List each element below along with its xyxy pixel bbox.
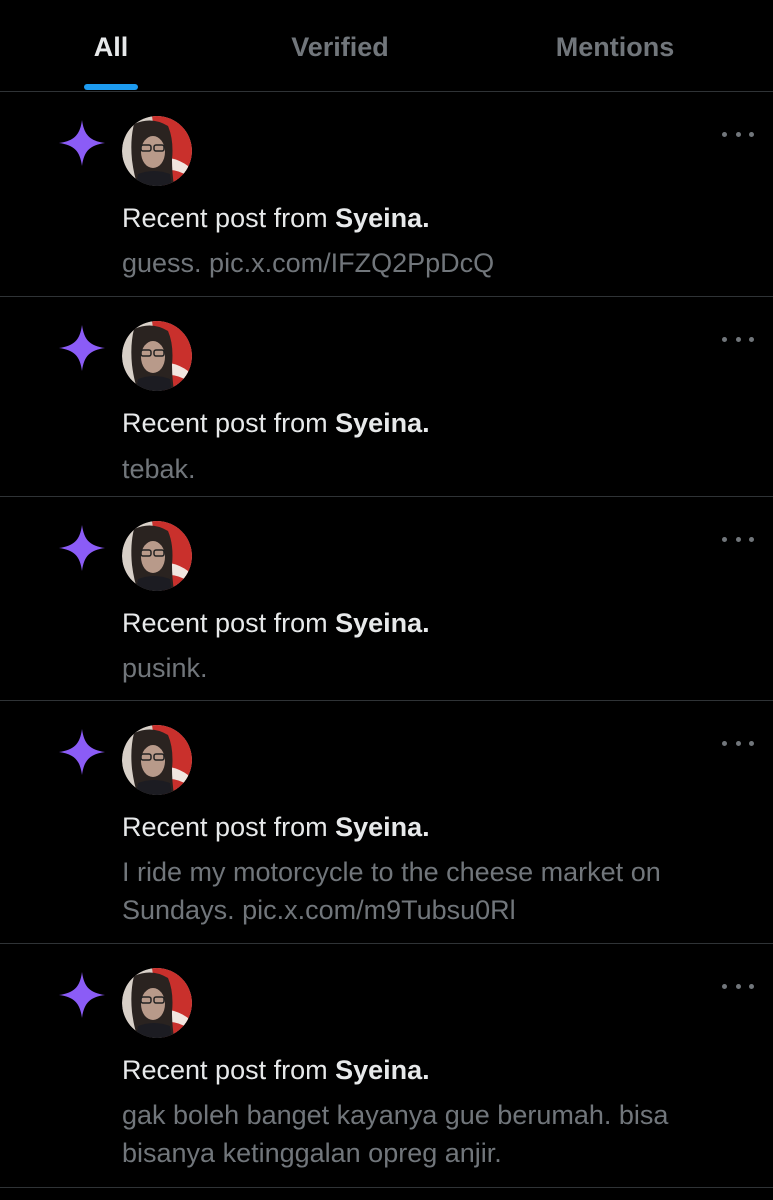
more-options-icon[interactable] — [718, 122, 758, 146]
notifications-tab-bar: All Verified Mentions — [0, 0, 773, 92]
post-snippet: tebak. — [122, 454, 196, 484]
tab-mentions[interactable]: Mentions — [515, 0, 715, 91]
tab-verified-label: Verified — [291, 32, 389, 62]
author-name[interactable]: Syeina. — [335, 408, 430, 438]
headline-prefix: Recent post from — [122, 203, 336, 233]
notification-item[interactable]: Recent post from Syeina. guess. pic.x.co… — [0, 92, 773, 297]
notifications-feed: Recent post from Syeina. guess. pic.x.co… — [0, 92, 773, 1188]
avatar[interactable] — [122, 725, 192, 795]
notification-headline: Recent post from Syeina. — [122, 200, 430, 236]
avatar[interactable] — [122, 521, 192, 591]
avatar[interactable] — [122, 968, 192, 1038]
sparkle-star-icon — [59, 972, 105, 1018]
headline-prefix: Recent post from — [122, 1055, 336, 1085]
more-options-icon[interactable] — [718, 327, 758, 351]
post-snippet: I ride my motorcycle to the cheese marke… — [122, 857, 661, 925]
notification-headline: Recent post from Syeina. — [122, 1052, 430, 1088]
headline-prefix: Recent post from — [122, 812, 336, 842]
more-options-icon[interactable] — [718, 527, 758, 551]
avatar[interactable] — [122, 116, 192, 186]
active-tab-indicator — [84, 84, 138, 90]
notification-item[interactable]: Recent post from Syeina. gak boleh bange… — [0, 944, 773, 1188]
sparkle-star-icon — [59, 120, 105, 166]
headline-prefix: Recent post from — [122, 408, 336, 438]
notification-item[interactable]: Recent post from Syeina. tebak. — [0, 297, 773, 497]
author-name[interactable]: Syeina. — [335, 608, 430, 638]
sparkle-star-icon — [59, 525, 105, 571]
tab-verified[interactable]: Verified — [240, 0, 440, 91]
more-options-icon[interactable] — [718, 731, 758, 755]
notification-item[interactable]: Recent post from Syeina. pusink. — [0, 497, 773, 701]
sparkle-star-icon — [59, 729, 105, 775]
notification-item[interactable]: Recent post from Syeina. I ride my motor… — [0, 701, 773, 944]
notification-headline: Recent post from Syeina. — [122, 605, 430, 641]
author-name[interactable]: Syeina. — [335, 203, 430, 233]
avatar[interactable] — [122, 321, 192, 391]
headline-prefix: Recent post from — [122, 608, 336, 638]
tab-all[interactable]: All — [60, 0, 162, 91]
author-name[interactable]: Syeina. — [335, 812, 430, 842]
more-options-icon[interactable] — [718, 974, 758, 998]
post-snippet: guess. pic.x.com/IFZQ2PpDcQ — [122, 248, 495, 278]
notification-headline: Recent post from Syeina. — [122, 809, 430, 845]
tab-all-label: All — [93, 32, 129, 62]
notification-headline: Recent post from Syeina. — [122, 405, 430, 441]
post-snippet: pusink. — [122, 653, 208, 683]
tab-mentions-label: Mentions — [555, 32, 675, 62]
post-snippet: gak boleh banget kayanya gue berumah. bi… — [122, 1100, 669, 1168]
sparkle-star-icon — [59, 325, 105, 371]
author-name[interactable]: Syeina. — [335, 1055, 430, 1085]
